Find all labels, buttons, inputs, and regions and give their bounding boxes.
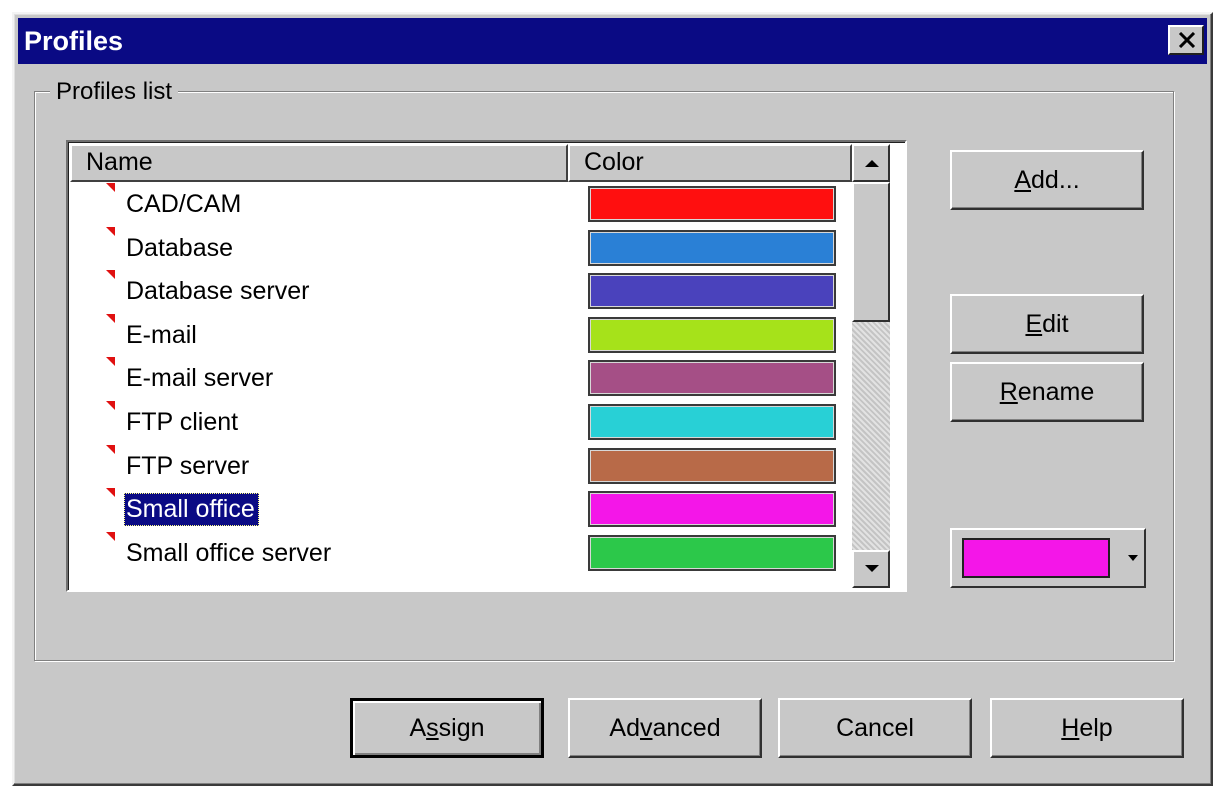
profile-name[interactable]: FTP client: [124, 406, 242, 439]
list-item[interactable]: FTP client: [70, 400, 852, 444]
chevron-down-icon[interactable]: [1126, 548, 1140, 568]
profile-color-swatch[interactable]: [588, 229, 836, 266]
list-item[interactable]: E-mail server: [70, 356, 852, 400]
cancel-button[interactable]: Cancel: [778, 698, 972, 758]
column-header-color[interactable]: Color: [568, 144, 852, 182]
vertical-scrollbar[interactable]: [852, 144, 890, 588]
profile-color-swatch[interactable]: [588, 447, 836, 484]
close-icon: [1178, 32, 1196, 48]
add-button-mnemonic: A: [1014, 165, 1032, 194]
profile-name[interactable]: Small office: [124, 493, 259, 527]
title-bar: Profiles: [18, 18, 1207, 64]
profile-name[interactable]: Database: [124, 232, 237, 265]
profile-color-swatch[interactable]: [588, 534, 836, 571]
scroll-up-button[interactable]: [852, 144, 890, 182]
list-header: Name Color: [70, 144, 852, 182]
help-button-mnemonic: H: [1061, 713, 1080, 742]
profile-marker-icon: [106, 270, 115, 280]
list-item[interactable]: Small office: [70, 487, 852, 531]
scroll-thumb[interactable]: [852, 182, 890, 322]
profile-name[interactable]: E-mail server: [124, 362, 277, 395]
list-item[interactable]: E-mail: [70, 313, 852, 357]
profile-name[interactable]: Database server: [124, 275, 313, 308]
rename-button[interactable]: Rename: [950, 362, 1144, 422]
profile-marker-icon: [106, 400, 115, 410]
profile-marker-icon: [106, 357, 115, 367]
cancel-button-label-pre: Cancel: [836, 713, 914, 742]
close-button[interactable]: [1168, 25, 1204, 55]
scroll-down-button[interactable]: [852, 550, 890, 588]
advanced-button-mnemonic: v: [639, 713, 653, 742]
profile-name[interactable]: CAD/CAM: [124, 188, 245, 221]
profile-marker-icon: [106, 226, 115, 236]
profile-name[interactable]: FTP server: [124, 450, 253, 483]
profile-color-swatch[interactable]: [588, 186, 836, 222]
advanced-button-label-pre: Ad: [609, 713, 640, 742]
edit-button-mnemonic: E: [1025, 309, 1043, 338]
color-picker-dropdown[interactable]: [950, 528, 1146, 588]
edit-button-label-post: dit: [1042, 309, 1069, 338]
arrow-down-icon: [865, 565, 879, 572]
profiles-list[interactable]: Name Color CAD/CAM Database Database serve…: [66, 140, 907, 592]
list-item[interactable]: FTP server: [70, 444, 852, 488]
arrow-up-icon: [865, 160, 879, 167]
list-rows: CAD/CAM Database Database server E-mail E-ma…: [70, 182, 852, 574]
profile-color-swatch[interactable]: [588, 316, 836, 353]
add-button-label-post: dd...: [1031, 165, 1080, 194]
dialog-title: Profiles: [24, 26, 124, 56]
profile-color-swatch[interactable]: [588, 403, 836, 440]
list-item[interactable]: Small office server: [70, 531, 852, 575]
advanced-button[interactable]: Ad v anced: [568, 698, 762, 758]
rename-button-label-post: ename: [1017, 377, 1095, 406]
profile-marker-icon: [106, 488, 115, 498]
profile-name[interactable]: Small office server: [124, 537, 335, 570]
edit-button[interactable]: Edit: [950, 294, 1144, 354]
profile-marker-icon: [106, 444, 115, 454]
rename-button-mnemonic: R: [999, 377, 1018, 406]
profile-marker-icon: [106, 531, 115, 541]
list-item[interactable]: Database: [70, 226, 852, 270]
help-button[interactable]: Help: [990, 698, 1184, 758]
advanced-button-label-post: anced: [652, 713, 721, 742]
assign-button[interactable]: As sign: [350, 698, 544, 758]
profile-marker-icon: [106, 183, 115, 192]
profile-color-swatch[interactable]: [588, 360, 836, 397]
profile-name[interactable]: E-mail: [124, 319, 201, 352]
assign-button-mnemonic: s: [426, 713, 439, 742]
group-label: Profiles list: [50, 78, 179, 106]
profile-color-swatch[interactable]: [588, 273, 836, 310]
profile-color-swatch[interactable]: [588, 491, 836, 528]
assign-button-label-pre: A: [409, 713, 427, 742]
list-item[interactable]: CAD/CAM: [70, 182, 852, 226]
selected-color-swatch: [962, 538, 1110, 578]
assign-button-label-post: sign: [438, 713, 485, 742]
help-button-label-post: elp: [1079, 713, 1113, 742]
add-button[interactable]: Add...: [950, 150, 1144, 210]
list-item[interactable]: Database server: [70, 269, 852, 313]
profile-marker-icon: [106, 313, 115, 323]
column-header-name[interactable]: Name: [70, 144, 568, 182]
